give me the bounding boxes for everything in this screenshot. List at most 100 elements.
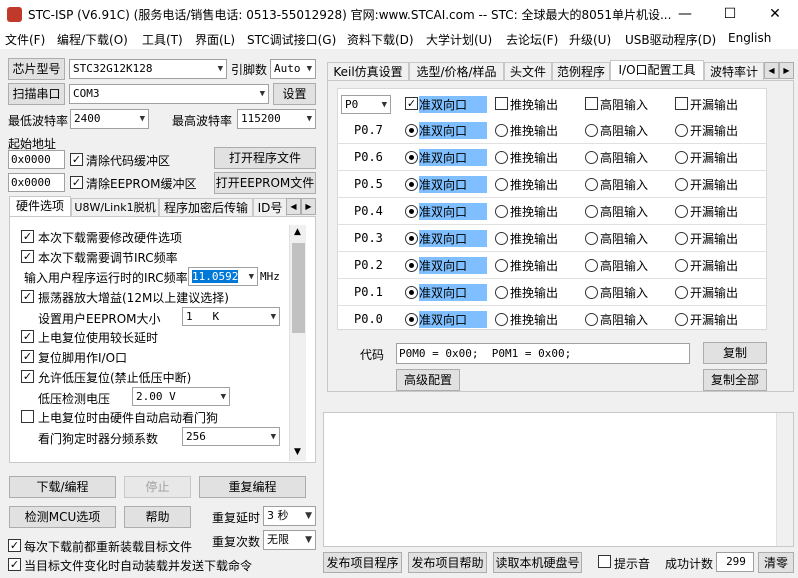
right-tab-scroll-right-button[interactable]: ▶ (779, 62, 794, 79)
clear-count-button[interactable]: 清零 (758, 552, 794, 573)
options-scrollbar[interactable]: ▲ ▼ (289, 225, 306, 461)
menu-usb-driver[interactable]: USB驱动程序(D) (625, 31, 716, 48)
repeat-delay-select[interactable]: 3 秒 ▼ (263, 506, 316, 526)
radio-open-drain[interactable] (675, 286, 688, 299)
advanced-config-button[interactable]: 高级配置 (396, 369, 460, 391)
read-disk-id-button[interactable]: 读取本机硬盘号 (493, 552, 582, 573)
header-quasi-bidir-checkbox[interactable]: ✓ (405, 97, 418, 110)
menu-tools[interactable]: 工具(T) (142, 31, 183, 48)
radio-open-drain[interactable] (675, 232, 688, 245)
download-program-button[interactable]: 下载/编程 (9, 476, 116, 498)
min-baud-select[interactable]: 2400 ▼ (70, 109, 149, 129)
radio-quasi-bidir[interactable] (405, 124, 418, 137)
publish-help-button[interactable]: 发布项目帮助 (408, 552, 487, 573)
auto-load-checkbox[interactable]: ✓ (8, 558, 21, 571)
repeat-count-select[interactable]: 无限 ▼ (263, 530, 316, 550)
radio-push-pull[interactable] (495, 178, 508, 191)
scan-port-button[interactable]: 扫描串口 (8, 83, 65, 105)
open-program-file-button[interactable]: 打开程序文件 (214, 147, 316, 169)
radio-open-drain[interactable] (675, 205, 688, 218)
radio-high-impedance[interactable] (585, 286, 598, 299)
radio-push-pull[interactable] (495, 259, 508, 272)
check-mcu-options-button[interactable]: 检测MCU选项 (9, 506, 116, 528)
lvd-voltage-select[interactable]: 2.00 V ▼ (132, 387, 230, 406)
radio-quasi-bidir[interactable] (405, 259, 418, 272)
tab-encrypted-transfer[interactable]: 程序加密后传输 (159, 198, 253, 217)
port-select-dropdown[interactable]: P0 ▼ (341, 95, 391, 114)
menu-upgrade[interactable]: 升级(U) (569, 31, 611, 48)
tab-keil-simulation[interactable]: Keil仿真设置 (327, 62, 409, 81)
tab-scroll-left-button[interactable]: ◀ (286, 198, 301, 215)
port-select[interactable]: COM3 ▼ (69, 84, 269, 104)
adjust-irc-checkbox[interactable]: ✓ (21, 250, 34, 263)
settings-button[interactable]: 设置 (273, 83, 316, 105)
radio-quasi-bidir[interactable] (405, 178, 418, 191)
radio-quasi-bidir[interactable] (405, 232, 418, 245)
radio-push-pull[interactable] (495, 124, 508, 137)
header-open-drain-checkbox[interactable] (675, 97, 688, 110)
tab-example-programs[interactable]: 范例程序 (552, 62, 610, 81)
radio-open-drain[interactable] (675, 259, 688, 272)
radio-high-impedance[interactable] (585, 259, 598, 272)
radio-high-impedance[interactable] (585, 232, 598, 245)
radio-push-pull[interactable] (495, 286, 508, 299)
menu-download[interactable]: 资料下载(D) (347, 31, 414, 48)
clear-eeprom-checkbox[interactable]: ✓ (70, 176, 83, 189)
reset-pin-io-checkbox[interactable]: ✓ (21, 350, 34, 363)
radio-push-pull[interactable] (495, 151, 508, 164)
chip-type-select[interactable]: STC32G12K128 ▼ (69, 59, 227, 79)
irc-frequency-input[interactable]: 11.0592 ▼ (188, 267, 258, 286)
radio-quasi-bidir[interactable] (405, 151, 418, 164)
eeprom-address-input[interactable]: 0x0000 (8, 173, 65, 192)
wdt-divider-select[interactable]: 256 ▼ (182, 427, 280, 446)
pins-select[interactable]: Auto ▼ (270, 59, 316, 79)
long-reset-delay-checkbox[interactable]: ✓ (21, 330, 34, 343)
radio-push-pull[interactable] (495, 205, 508, 218)
menu-program[interactable]: 编程/下载(O) (57, 31, 128, 48)
copy-all-button[interactable]: 复制全部 (703, 369, 767, 391)
radio-quasi-bidir[interactable] (405, 205, 418, 218)
tab-scroll-right-button[interactable]: ▶ (301, 198, 316, 215)
radio-open-drain[interactable] (675, 151, 688, 164)
tab-selection-price[interactable]: 选型/价格/样品 (409, 62, 504, 81)
code-output-field[interactable]: P0M0 = 0x00; P0M1 = 0x00; (396, 343, 690, 364)
auto-watchdog-checkbox[interactable] (21, 410, 34, 423)
stop-button[interactable]: 停止 (124, 476, 191, 498)
menu-debug[interactable]: STC调试接口(G) (247, 31, 336, 48)
menu-english[interactable]: English (728, 31, 771, 45)
reload-before-download-checkbox[interactable]: ✓ (8, 539, 21, 552)
oscillator-gain-checkbox[interactable]: ✓ (21, 290, 34, 303)
radio-high-impedance[interactable] (585, 205, 598, 218)
radio-open-drain[interactable] (675, 178, 688, 191)
low-voltage-reset-checkbox[interactable]: ✓ (21, 370, 34, 383)
maximize-button[interactable]: ☐ (708, 0, 752, 29)
tab-id-number[interactable]: ID号 (253, 198, 287, 217)
header-push-pull-checkbox[interactable] (495, 97, 508, 110)
modify-hardware-checkbox[interactable]: ✓ (21, 230, 34, 243)
radio-push-pull[interactable] (495, 232, 508, 245)
scroll-thumb[interactable] (292, 243, 305, 333)
copy-button[interactable]: 复制 (703, 342, 767, 364)
tab-hardware-options[interactable]: 硬件选项 (9, 196, 71, 217)
radio-high-impedance[interactable] (585, 313, 598, 326)
radio-open-drain[interactable] (675, 313, 688, 326)
tab-io-config-tool[interactable]: I/O口配置工具 (610, 60, 704, 81)
radio-high-impedance[interactable] (585, 178, 598, 191)
header-high-impedance-checkbox[interactable] (585, 97, 598, 110)
beep-checkbox[interactable] (598, 555, 611, 568)
publish-program-button[interactable]: 发布项目程序 (323, 552, 402, 573)
radio-push-pull[interactable] (495, 313, 508, 326)
output-log-area[interactable] (323, 412, 794, 547)
help-button[interactable]: 帮助 (124, 506, 191, 528)
max-baud-select[interactable]: 115200 ▼ (237, 109, 316, 129)
right-tab-scroll-left-button[interactable]: ◀ (764, 62, 779, 79)
log-scrollbar[interactable] (776, 413, 793, 546)
open-eeprom-file-button[interactable]: 打开EEPROM文件 (214, 172, 316, 194)
radio-open-drain[interactable] (675, 124, 688, 137)
menu-interface[interactable]: 界面(L) (195, 31, 235, 48)
minimize-button[interactable]: — (663, 0, 707, 29)
menu-university[interactable]: 大学计划(U) (426, 31, 492, 48)
radio-high-impedance[interactable] (585, 124, 598, 137)
radio-high-impedance[interactable] (585, 151, 598, 164)
radio-quasi-bidir[interactable] (405, 313, 418, 326)
